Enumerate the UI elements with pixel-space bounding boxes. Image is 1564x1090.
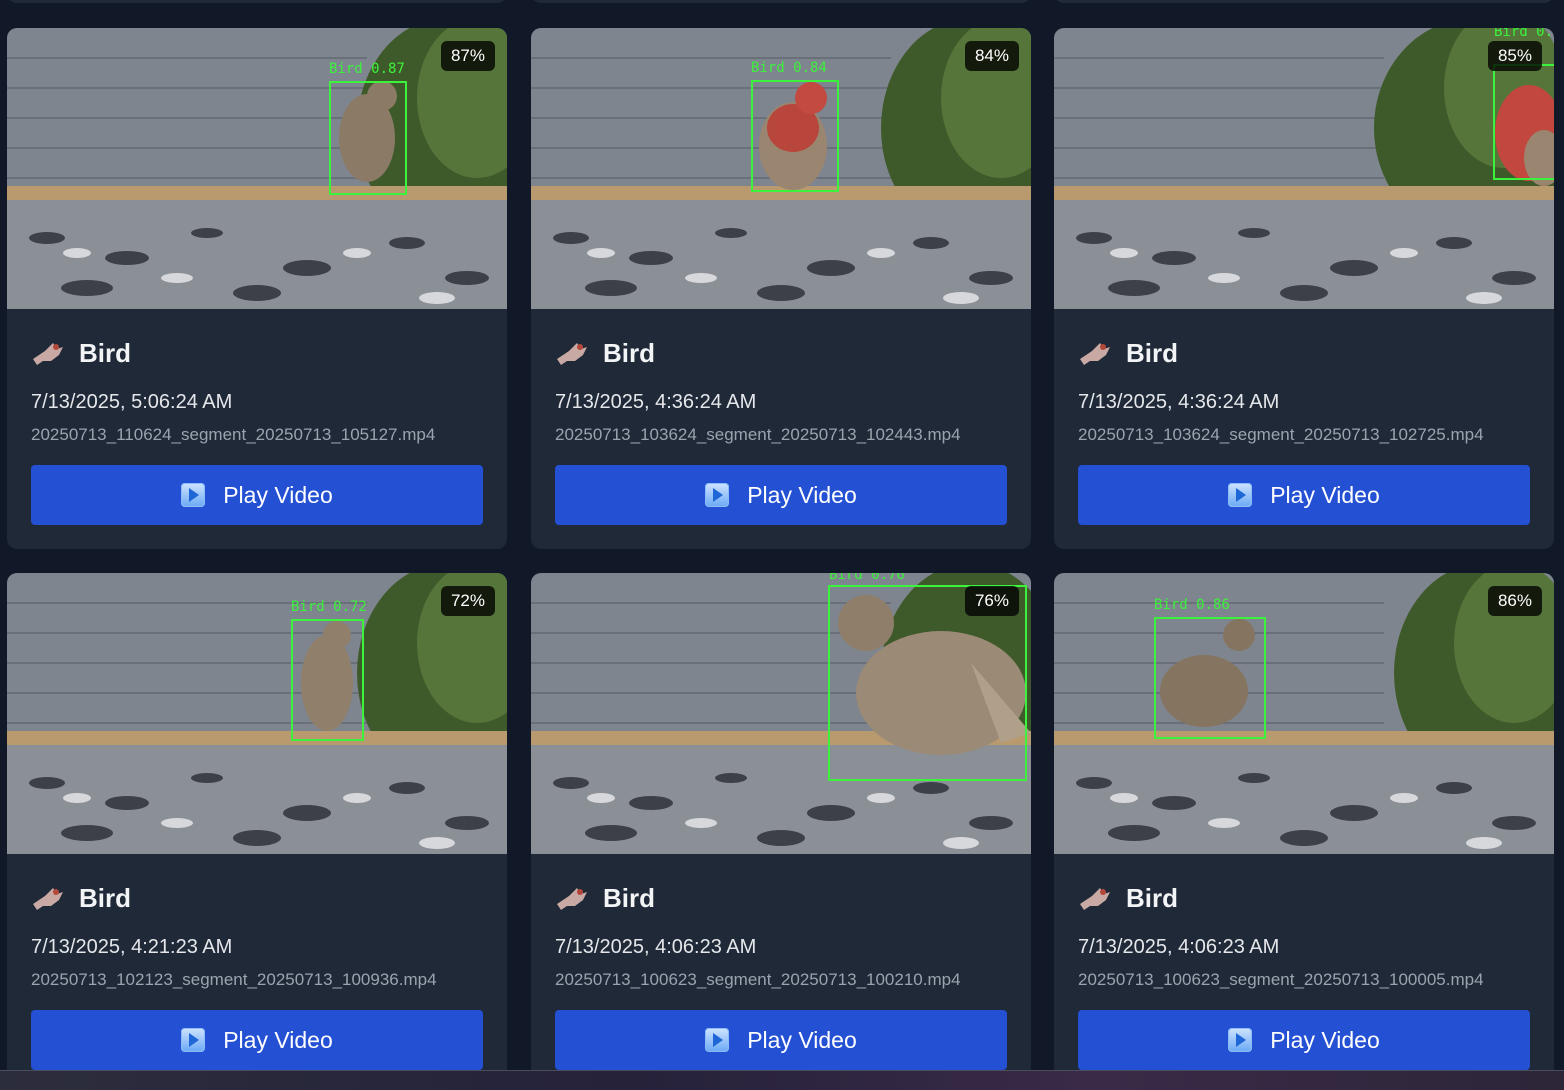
detection-thumbnail[interactable]: Bird 0.8 85%	[1054, 28, 1554, 309]
play-icon	[1228, 483, 1253, 507]
detection-thumbnail[interactable]: Bird 0.84 84%	[531, 28, 1031, 309]
thumbnail-image	[7, 28, 507, 309]
video-filename: 20250713_100623_segment_20250713_100005.…	[1078, 970, 1484, 989]
video-filename: 20250713_100623_segment_20250713_100210.…	[555, 970, 961, 989]
detection-timestamp: 7/13/2025, 4:06:23 AM	[1078, 936, 1280, 958]
detection-thumbnail[interactable]: Bird 0.72 72%	[7, 573, 507, 854]
species-name: Bird	[1126, 883, 1178, 913]
taskbar	[0, 1070, 1564, 1090]
play-video-label: Play Video	[223, 481, 333, 508]
play-video-button[interactable]: Play Video	[31, 1010, 483, 1070]
detection-card: Bird 0.8 85% Bird 7/13/2025, 4:36:24 AM …	[1054, 28, 1554, 549]
thumbnail-image	[1054, 28, 1554, 309]
species-name: Bird	[603, 338, 655, 368]
detection-label: Bird 0.72	[291, 599, 367, 615]
detection-thumbnail[interactable]: Bird 0.86 86%	[1054, 573, 1554, 854]
previous-card	[1054, 0, 1554, 3]
play-icon	[705, 1028, 730, 1052]
detection-box	[1493, 64, 1554, 180]
video-filename: 20250713_102123_segment_20250713_100936.…	[31, 970, 437, 989]
detection-box	[291, 619, 364, 741]
video-filename: 20250713_103624_segment_20250713_102725.…	[1078, 425, 1484, 444]
detections-grid: Bird 0.87 87% Bird 7/13/2025, 5:06:24 AM…	[0, 0, 1564, 1070]
bird-icon	[557, 887, 587, 910]
species-row: Bird	[555, 338, 655, 369]
play-video-button[interactable]: Play Video	[555, 465, 1007, 525]
bird-icon	[33, 887, 63, 910]
confidence-badge: 87%	[440, 41, 495, 71]
species-row: Bird	[555, 883, 655, 914]
species-row: Bird	[1078, 883, 1178, 914]
confidence-badge: 86%	[1487, 586, 1542, 616]
thumbnail-image	[1054, 573, 1554, 854]
detection-label: Bird 0.8	[1494, 28, 1554, 40]
video-filename: 20250713_103624_segment_20250713_102443.…	[555, 425, 961, 444]
bird-icon	[1080, 342, 1110, 365]
species-row: Bird	[1078, 338, 1178, 369]
detection-card: Bird 0.76 76% Bird 7/13/2025, 4:06:23 AM…	[531, 573, 1031, 1070]
detection-label: Bird 0.76	[829, 573, 905, 583]
previous-card	[7, 0, 507, 3]
detection-timestamp: 7/13/2025, 4:36:24 AM	[555, 391, 757, 413]
play-video-label: Play Video	[1270, 481, 1380, 508]
species-name: Bird	[1126, 338, 1178, 368]
play-video-label: Play Video	[747, 1026, 857, 1053]
species-row: Bird	[31, 883, 131, 914]
confidence-badge: 72%	[440, 586, 495, 616]
species-row: Bird	[31, 338, 131, 369]
thumbnail-image	[7, 573, 507, 854]
confidence-badge: 84%	[964, 41, 1019, 71]
play-icon	[181, 483, 206, 507]
play-icon	[1228, 1028, 1253, 1052]
play-video-button[interactable]: Play Video	[1078, 465, 1530, 525]
play-video-label: Play Video	[223, 1026, 333, 1053]
species-name: Bird	[79, 338, 131, 368]
detection-box	[329, 81, 407, 195]
species-name: Bird	[603, 883, 655, 913]
detection-box	[1154, 617, 1266, 739]
detection-thumbnail[interactable]: Bird 0.87 87%	[7, 28, 507, 309]
detection-card: Bird 0.72 72% Bird 7/13/2025, 4:21:23 AM…	[7, 573, 507, 1070]
detection-timestamp: 7/13/2025, 4:06:23 AM	[555, 936, 757, 958]
bird-icon	[33, 342, 63, 365]
detection-card: Bird 0.86 86% Bird 7/13/2025, 4:06:23 AM…	[1054, 573, 1554, 1070]
detection-label: Bird 0.87	[329, 61, 405, 77]
play-video-label: Play Video	[1270, 1026, 1380, 1053]
play-video-button[interactable]: Play Video	[555, 1010, 1007, 1070]
detection-timestamp: 7/13/2025, 5:06:24 AM	[31, 391, 233, 413]
play-video-label: Play Video	[747, 481, 857, 508]
detection-box	[751, 80, 839, 192]
previous-card	[531, 0, 1031, 3]
play-icon	[705, 483, 730, 507]
detection-label: Bird 0.86	[1154, 597, 1230, 613]
play-icon	[181, 1028, 206, 1052]
detection-thumbnail[interactable]: Bird 0.76 76%	[531, 573, 1031, 854]
detection-card: Bird 0.84 84% Bird 7/13/2025, 4:36:24 AM…	[531, 28, 1031, 549]
detection-card: Bird 0.87 87% Bird 7/13/2025, 5:06:24 AM…	[7, 28, 507, 549]
detection-timestamp: 7/13/2025, 4:21:23 AM	[31, 936, 233, 958]
detection-timestamp: 7/13/2025, 4:36:24 AM	[1078, 391, 1280, 413]
species-name: Bird	[79, 883, 131, 913]
confidence-badge: 76%	[964, 586, 1019, 616]
detection-label: Bird 0.84	[751, 60, 827, 76]
video-filename: 20250713_110624_segment_20250713_105127.…	[31, 425, 436, 444]
play-video-button[interactable]: Play Video	[31, 465, 483, 525]
play-video-button[interactable]: Play Video	[1078, 1010, 1530, 1070]
bird-icon	[557, 342, 587, 365]
confidence-badge: 85%	[1487, 41, 1542, 71]
bird-icon	[1080, 887, 1110, 910]
